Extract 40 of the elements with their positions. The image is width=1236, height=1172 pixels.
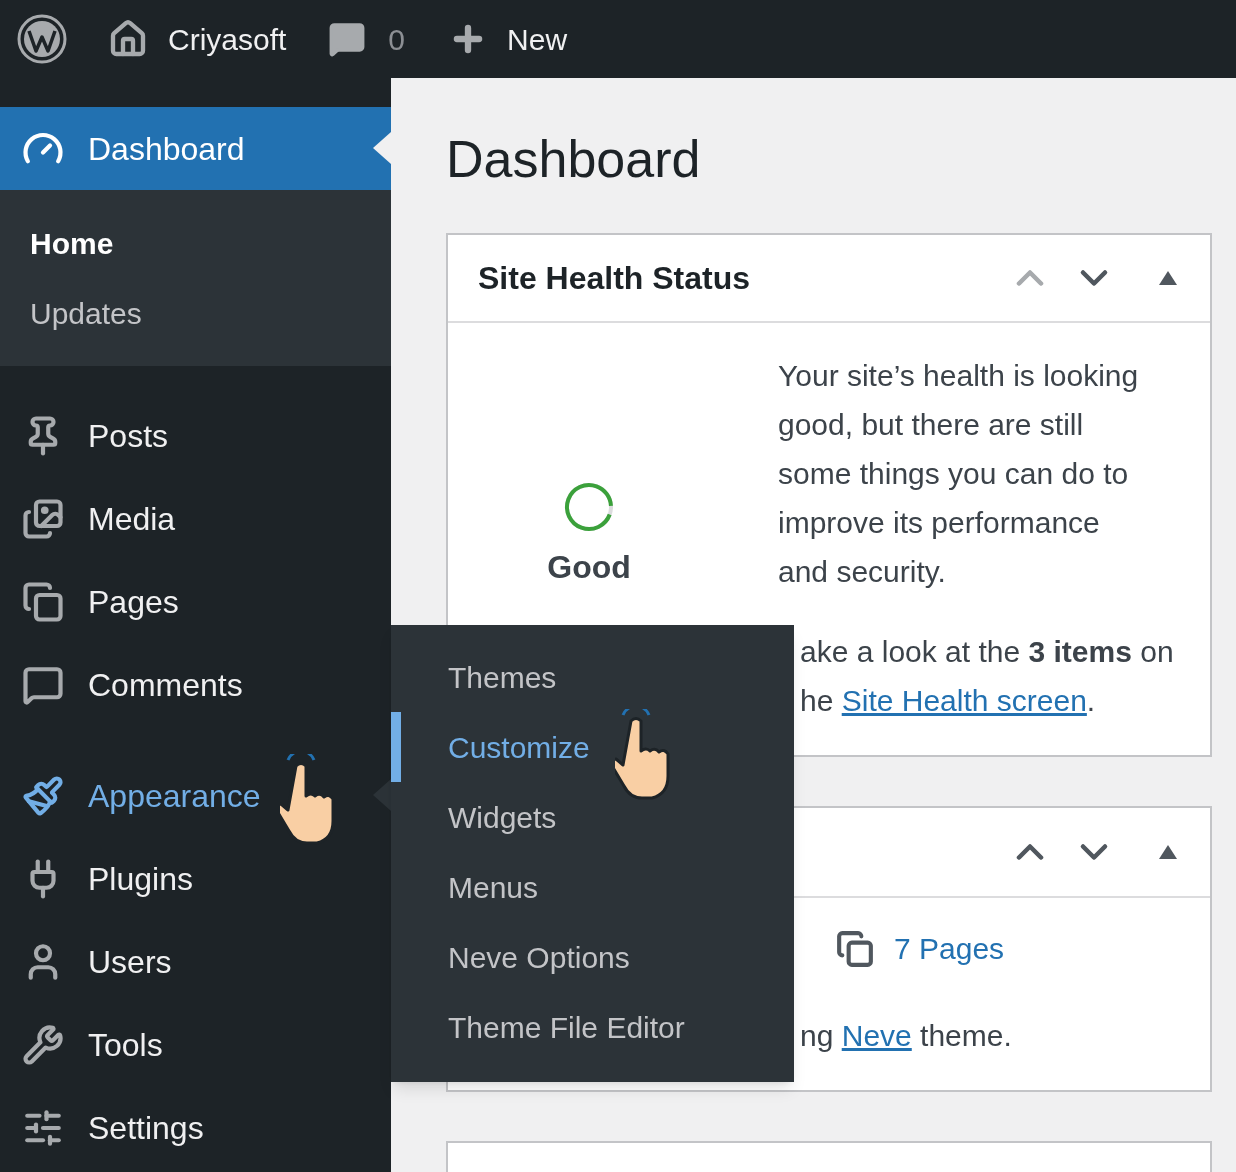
media-icon <box>22 497 64 540</box>
health-description: Your site’s health is looking good, but there are still some things you can do to improve its performance and security. <box>778 358 1140 590</box>
theme-link[interactable]: Neve <box>841 1019 912 1052</box>
comments-link[interactable]: 0 <box>328 16 406 62</box>
sidebar-item[interactable]: Users <box>0 920 391 1003</box>
card-title: Site Health Status <box>478 259 751 298</box>
new-link[interactable]: New <box>449 16 568 62</box>
sidebar-item[interactable]: Media <box>0 477 391 560</box>
site-health-link[interactable]: Site Health screen <box>841 684 1087 717</box>
submenu-item[interactable]: Updates <box>0 278 391 348</box>
logo-icon[interactable] <box>16 13 68 65</box>
flyout-item[interactable]: Neve Options <box>391 922 782 992</box>
sidebar-item[interactable]: Posts <box>0 394 391 477</box>
health-ring <box>563 481 615 533</box>
sidebar-item[interactable]: Comments <box>0 643 391 726</box>
pages-count-link[interactable]: 7 Pages <box>894 926 1005 971</box>
submenu-item[interactable]: Home <box>0 208 391 278</box>
comment-icon <box>328 20 367 58</box>
flyout-item[interactable]: Theme File Editor <box>391 992 782 1062</box>
current-pointer <box>373 132 391 164</box>
sidebar-item[interactable]: Plugins <box>0 837 391 920</box>
sidebar-item[interactable]: Settings <box>0 1086 391 1169</box>
page-title: Dashboard <box>446 129 702 190</box>
flyout-item[interactable]: Widgets <box>391 782 782 852</box>
health-status: Good <box>547 548 631 587</box>
sidebar-item[interactable]: Pages <box>0 560 391 643</box>
site-link[interactable]: Criyasoft <box>108 16 287 62</box>
health-note: ake a look at the 3 items on <box>800 634 1175 670</box>
sidebar-item[interactable]: Tools <box>0 1003 391 1086</box>
collapse-icon[interactable] <box>1158 270 1178 286</box>
collapse-icon[interactable] <box>1158 844 1178 860</box>
home-icon <box>108 19 148 59</box>
brush-icon <box>22 774 64 817</box>
wrench-icon <box>22 1023 64 1066</box>
health-note: he Site Health screen. <box>800 683 1097 719</box>
sidebar-item[interactable]: Dashboard <box>0 107 391 190</box>
flyout-item[interactable]: Themes <box>391 642 782 712</box>
pages-icon <box>22 580 64 623</box>
pages-icon <box>836 929 874 968</box>
flyout-item[interactable]: Menus <box>391 852 782 922</box>
